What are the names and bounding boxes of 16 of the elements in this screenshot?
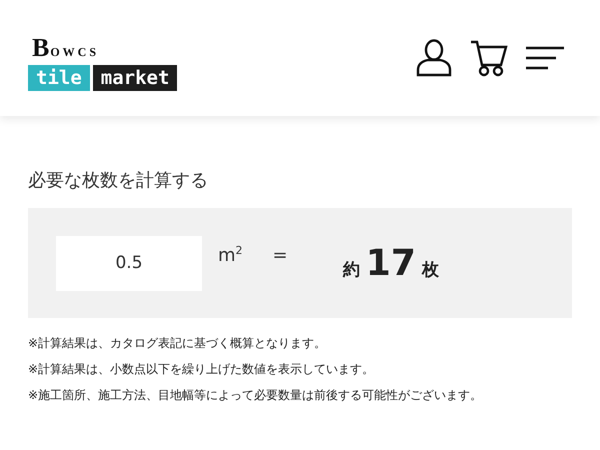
note-text: ※計算結果は、小数点以下を繰り上げた数値を表示しています。 (28, 361, 376, 378)
cart-icon[interactable] (470, 39, 508, 77)
logo-brand: BOWCS (31, 33, 100, 63)
user-icon[interactable] (416, 39, 452, 77)
note-text: ※施工箇所、施工方法、目地幅等によって必要数量は前後する可能性がございます。 (28, 387, 484, 404)
result-prefix: 約 (342, 258, 360, 280)
logo-word: tile (28, 65, 90, 91)
logo-word: market (92, 65, 178, 91)
equals-sign: = (272, 244, 288, 266)
section-title: 必要な枚数を計算する (28, 169, 209, 192)
result-suffix: 枚 (422, 258, 439, 280)
unit-label: m$^{2}$ (218, 244, 243, 266)
menu-icon[interactable] (526, 46, 564, 70)
result-value: 17 (366, 242, 416, 284)
note-text: ※計算結果は、カタログ表記に基づく概算となります。 (28, 335, 328, 352)
area-input[interactable]: 0.5 (56, 236, 202, 290)
